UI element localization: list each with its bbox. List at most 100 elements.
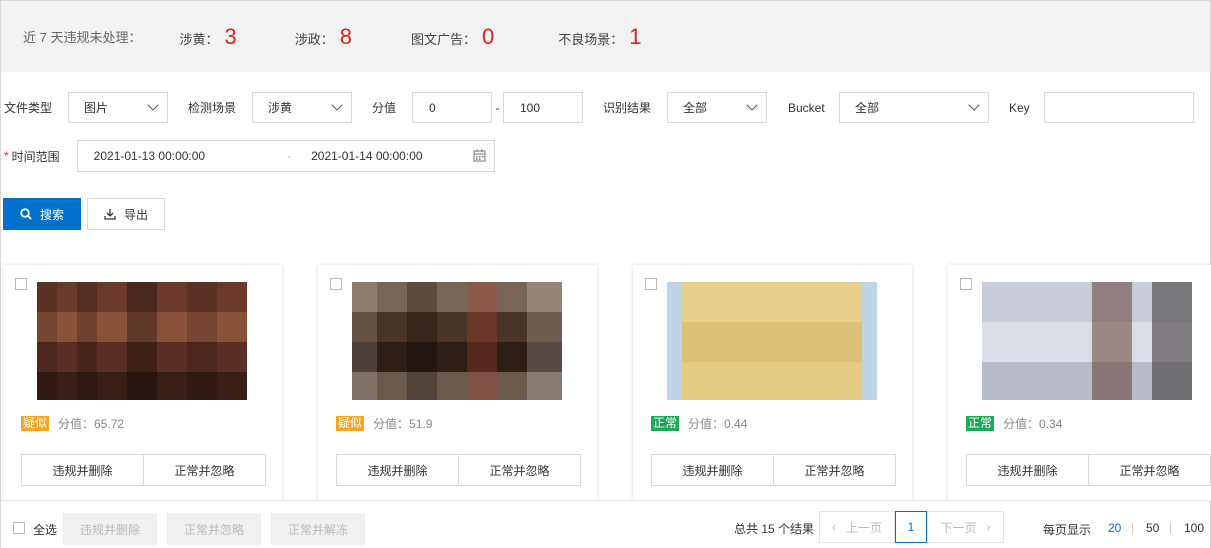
result-label: 识别结果 [603, 101, 652, 115]
card-checkbox[interactable] [330, 278, 342, 290]
mark-violation-delete-button[interactable]: 违规并删除 [651, 454, 774, 486]
score-label: 分值： [688, 417, 725, 431]
mark-violation-delete-button[interactable]: 违规并删除 [966, 454, 1089, 486]
card-checkbox[interactable] [15, 278, 27, 290]
chevron-down-icon [331, 99, 343, 111]
summary-ads-count: 0 [482, 23, 495, 49]
image-thumbnail[interactable] [982, 282, 1192, 400]
page-size-50[interactable]: 50 [1146, 521, 1159, 535]
mark-normal-ignore-button[interactable]: 正常并忽略 [143, 454, 266, 486]
violation-summary-bar: 近 7 天违规未处理： 涉黄： 3 涉政： 8 图文广告： 0 不良场景： 1 [1, 1, 1210, 72]
time-range-separator: - [287, 149, 292, 163]
key-input[interactable] [1044, 92, 1194, 123]
score-value: 51.9 [409, 417, 433, 431]
summary-bad-scene-label: 不良场景： [558, 31, 624, 47]
scene-select[interactable]: 涉黄 [252, 92, 352, 123]
divider [1170, 523, 1171, 534]
export-button[interactable]: 导出 [87, 198, 165, 230]
page-size-20[interactable]: 20 [1108, 521, 1121, 535]
chevron-down-icon [147, 99, 159, 111]
image-thumbnail[interactable] [352, 282, 562, 400]
select-all-label: 全选 [33, 523, 58, 537]
total-results: 总共 15 个结果 [734, 522, 815, 536]
summary-ads: 图文广告： 0 [411, 24, 494, 50]
score-min-value: 0 [429, 100, 436, 115]
score-label: 分值： [373, 417, 410, 431]
score-text: 分值：51.9 [373, 415, 432, 432]
filter-row-1: 文件类型 图片 检测场景 涉黄 分值 0 - 100 识别结果 全部 Bucke… [4, 92, 1194, 123]
summary-politics: 涉政： 8 [295, 24, 352, 50]
required-mark: * [4, 149, 9, 163]
time-range-picker[interactable]: 2021-01-13 00:00:00 - 2021-01-14 00:00:0… [76, 140, 495, 172]
page-number-1[interactable]: 1 [895, 511, 927, 543]
divider [1132, 523, 1133, 534]
file-type-value: 图片 [84, 101, 109, 115]
next-page-button[interactable]: 下一页 › [927, 511, 1004, 543]
score-max-input[interactable]: 100 [503, 92, 583, 123]
prev-page-button[interactable]: ‹ 上一页 [819, 511, 895, 543]
score-max-value: 100 [520, 100, 541, 115]
score-value: 0.34 [1039, 417, 1063, 431]
bucket-value: 全部 [855, 101, 880, 115]
score-text: 分值：0.44 [688, 415, 747, 432]
calendar-icon[interactable] [473, 149, 486, 165]
result-value: 全部 [683, 101, 708, 115]
summary-porn: 涉黄： 3 [179, 24, 236, 50]
status-badge: 正常 [966, 416, 995, 431]
scene-label: 检测场景 [188, 101, 237, 115]
batch-normal-unfreeze-button[interactable]: 正常并解冻 [271, 513, 365, 545]
page-size-100[interactable]: 100 [1184, 521, 1204, 535]
bucket-select[interactable]: 全部 [839, 92, 989, 123]
chevron-down-icon [746, 99, 758, 111]
summary-label: 近 7 天违规未处理： [23, 30, 142, 45]
time-end: 2021-01-14 00:00:00 [311, 149, 423, 163]
card-checkbox[interactable] [960, 278, 972, 290]
score-label: 分值： [58, 417, 95, 431]
score-text: 分值：65.72 [58, 415, 124, 432]
result-select[interactable]: 全部 [667, 92, 767, 123]
mark-normal-ignore-button[interactable]: 正常并忽略 [458, 454, 581, 486]
prev-page-label: 上一页 [845, 520, 882, 535]
summary-politics-count: 8 [339, 23, 352, 49]
search-button[interactable]: 搜索 [3, 198, 81, 230]
score-text: 分值：0.34 [1003, 415, 1062, 432]
score-value: 65.72 [94, 417, 125, 431]
summary-ads-label: 图文广告： [411, 31, 477, 47]
score-value: 0.44 [724, 417, 748, 431]
select-all-checkbox[interactable] [13, 522, 25, 534]
chevron-down-icon [968, 99, 980, 111]
summary-porn-count: 3 [224, 23, 237, 49]
mark-normal-ignore-button[interactable]: 正常并忽略 [1088, 454, 1211, 486]
score-label: 分值 [372, 101, 397, 115]
filter-row-2: * 时间范围 2021-01-13 00:00:00 - 2021-01-14 … [4, 140, 495, 172]
status-badge: 疑似 [336, 416, 365, 431]
export-button-label: 导出 [123, 207, 148, 222]
summary-bad-scene: 不良场景： 1 [558, 24, 641, 50]
score-range-separator: - [495, 100, 500, 115]
score-label: 分值： [1003, 417, 1040, 431]
batch-violation-delete-button[interactable]: 违规并删除 [63, 513, 157, 545]
chevron-left-icon: ‹ [831, 520, 836, 534]
result-card: 正常 分值：0.44 违规并删除 正常并忽略 [633, 265, 912, 501]
mark-violation-delete-button[interactable]: 违规并删除 [21, 454, 144, 486]
image-thumbnail[interactable] [667, 282, 877, 400]
page-size-label: 每页显示 [1043, 523, 1092, 537]
mark-violation-delete-button[interactable]: 违规并删除 [336, 454, 459, 486]
image-thumbnail[interactable] [37, 282, 247, 400]
bottom-action-bar: 全选 违规并删除 正常并忽略 正常并解冻 总共 15 个结果 ‹ 上一页 1 下… [1, 500, 1210, 548]
status-badge: 疑似 [21, 416, 50, 431]
chevron-right-icon: › [986, 520, 991, 534]
time-range-label: 时间范围 [11, 149, 60, 164]
score-min-input[interactable]: 0 [412, 92, 492, 123]
result-card: 正常 分值：0.34 违规并删除 正常并忽略 [948, 265, 1211, 501]
file-type-select[interactable]: 图片 [68, 92, 168, 123]
result-card: 疑似 分值：65.72 违规并删除 正常并忽略 [3, 265, 282, 501]
result-card: 疑似 分值：51.9 违规并删除 正常并忽略 [318, 265, 597, 501]
card-checkbox[interactable] [645, 278, 657, 290]
search-icon [20, 208, 32, 220]
mark-normal-ignore-button[interactable]: 正常并忽略 [773, 454, 896, 486]
summary-politics-label: 涉政： [294, 31, 334, 47]
batch-normal-ignore-button[interactable]: 正常并忽略 [167, 513, 261, 545]
next-page-label: 下一页 [940, 520, 977, 535]
key-label: Key [1009, 100, 1030, 115]
